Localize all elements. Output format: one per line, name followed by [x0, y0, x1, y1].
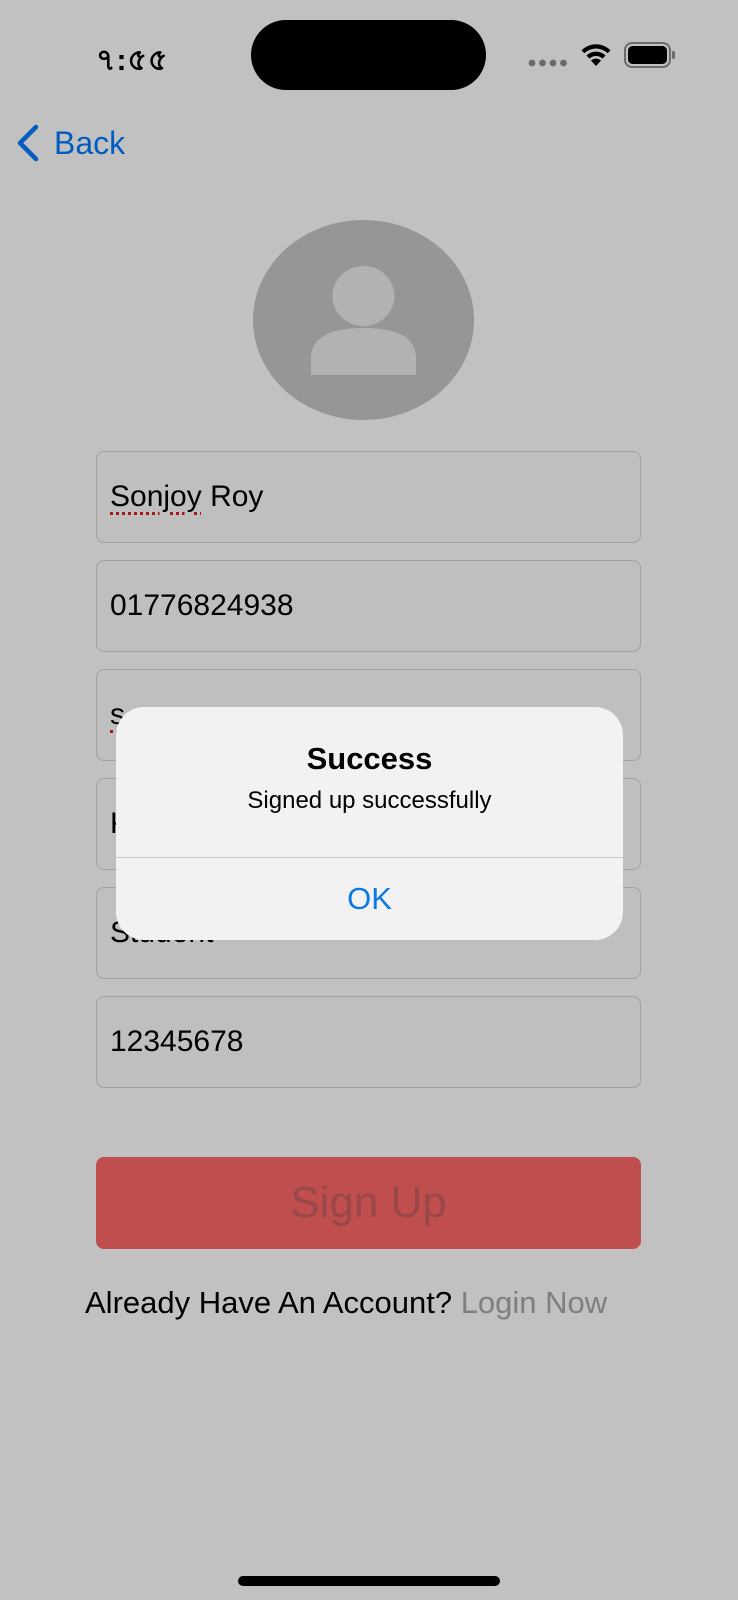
alert-ok-button[interactable]: OK [116, 858, 623, 940]
alert-message: Signed up successfully [247, 787, 492, 814]
alert-title: Success [306, 741, 433, 776]
success-alert: Success Signed up successfully OK [116, 707, 623, 940]
